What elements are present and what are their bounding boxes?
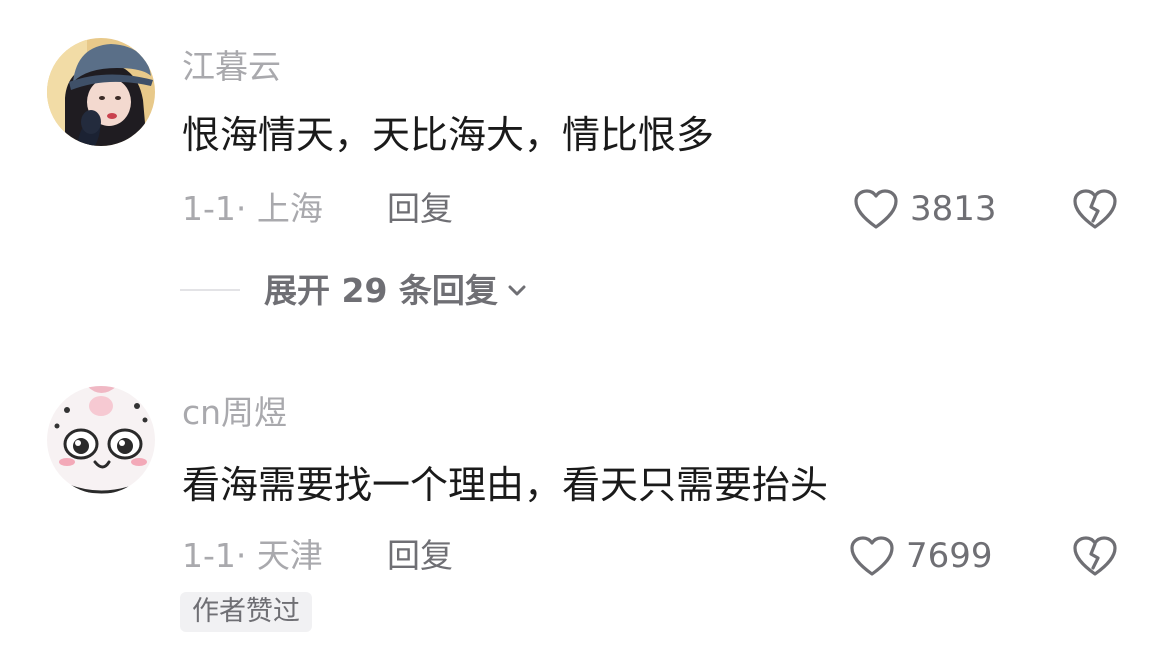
avatar[interactable] (47, 386, 155, 494)
comment-meta: 1-1· 天津 (182, 536, 323, 575)
like-button[interactable]: 7699 (848, 534, 993, 578)
username[interactable]: cn周煜 (182, 396, 287, 429)
expand-replies-label[interactable]: 展开 29 条回复 (264, 274, 498, 307)
heart-outline-icon (848, 534, 896, 578)
reply-button[interactable]: 回复 (387, 192, 453, 225)
comment-meta: 1-1· 上海 (182, 189, 323, 228)
username[interactable]: 江暮云 (182, 50, 281, 83)
broken-heart-icon (1071, 536, 1119, 582)
author-liked-badge: 作者赞过 (180, 592, 312, 632)
like-button[interactable]: 3813 (852, 187, 997, 231)
avatar[interactable] (47, 38, 155, 146)
chevron-down-icon (508, 285, 526, 296)
reply-button[interactable]: 回复 (387, 539, 453, 572)
comment-text: 恨海情天，天比海大，情比恨多 (182, 113, 715, 157)
like-count: 3813 (910, 189, 997, 229)
broken-heart-icon (1071, 189, 1119, 235)
heart-outline-icon (852, 187, 900, 231)
dislike-button[interactable] (1071, 187, 1119, 231)
expand-replies[interactable]: 展开 29 条回复 (180, 268, 528, 312)
dislike-button[interactable] (1071, 534, 1119, 578)
divider (180, 289, 240, 291)
like-count: 7699 (906, 536, 993, 576)
comment-text: 看海需要找一个理由，看天只需要抬头 (182, 463, 829, 507)
